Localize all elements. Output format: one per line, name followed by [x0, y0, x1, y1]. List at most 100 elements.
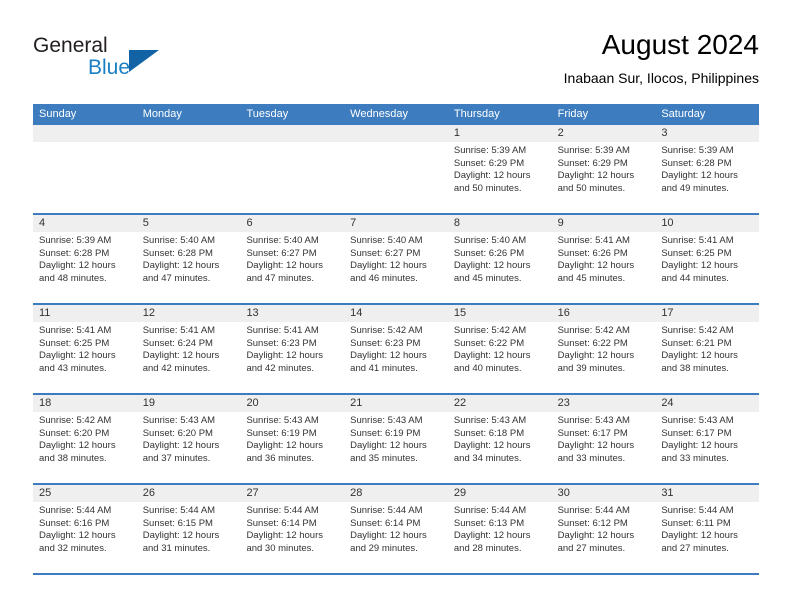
day-cell[interactable]: 9 Sunrise: 5:41 AM Sunset: 6:26 PM Daylight… — [551, 215, 656, 303]
day-cell[interactable]: 13 Sunrise: 5:41 AM Sunset: 6:23 PM Dayligh… — [240, 305, 345, 393]
day-number: 2 — [551, 125, 656, 142]
sunset-text: Sunset: 6:26 PM — [453, 247, 525, 259]
day-cell-empty — [33, 125, 137, 213]
sunset-text: Sunset: 6:28 PM — [142, 247, 213, 259]
day-cell[interactable]: 16 Sunrise: 5:42 AM Sunset: 6:22 PM Dayligh… — [551, 305, 656, 393]
daylight-text-line2: and 39 minutes. — [557, 362, 626, 374]
day-cell[interactable]: 5 Sunrise: 5:40 AM Sunset: 6:28 PM Daylight… — [136, 215, 241, 303]
day-cell[interactable]: 25 Sunrise: 5:44 AM Sunset: 6:16 PM Dayligh… — [33, 485, 137, 573]
sunset-text: Sunset: 6:14 PM — [246, 517, 317, 529]
daylight-text-line2: and 49 minutes. — [661, 182, 729, 194]
day-details: Sunrise: 5:43 AM Sunset: 6:19 PM Daylight:… — [240, 412, 344, 465]
sunset-text: Sunset: 6:29 PM — [557, 157, 628, 169]
day-cell[interactable]: 20 Sunrise: 5:43 AM Sunset: 6:19 PM Dayligh… — [240, 395, 345, 483]
day-cell[interactable]: 10 Sunrise: 5:41 AM Sunset: 6:25 PM Dayligh… — [655, 215, 760, 303]
sunset-text: Sunset: 6:13 PM — [453, 517, 525, 529]
day-cell[interactable]: 8 Sunrise: 5:40 AM Sunset: 6:26 PM Daylight… — [447, 215, 552, 303]
sunrise-text: Sunrise: 5:43 AM — [453, 415, 527, 426]
day-cell[interactable]: 2 Sunrise: 5:39 AM Sunset: 6:29 PM Daylight… — [551, 125, 656, 213]
day-details — [344, 142, 448, 145]
sunset-text: Sunset: 6:19 PM — [350, 427, 421, 439]
sunrise-text: Sunrise: 5:44 AM — [142, 505, 216, 516]
triangle-icon — [129, 50, 159, 72]
daylight-text-line2: and 42 minutes. — [142, 362, 211, 374]
sunset-text: Sunset: 6:23 PM — [246, 337, 317, 349]
day-number: 7 — [344, 215, 448, 232]
daylight-text-line1: Daylight: 12 hours — [557, 440, 635, 452]
calendar-page: General Blue August 2024 Inabaan Sur, Il… — [0, 0, 792, 612]
day-cell[interactable]: 11 Sunrise: 5:41 AM Sunset: 6:25 PM Dayligh… — [33, 305, 137, 393]
daylight-text-line2: and 41 minutes. — [350, 362, 418, 374]
daylight-text-line2: and 38 minutes. — [661, 362, 729, 374]
daylight-text-line2: and 45 minutes. — [453, 272, 522, 284]
sunrise-text: Sunrise: 5:41 AM — [557, 235, 630, 246]
brand-logo[interactable]: General Blue — [33, 34, 263, 88]
day-details: Sunrise: 5:39 AM Sunset: 6:28 PM Daylight:… — [33, 232, 137, 285]
daylight-text-line2: and 45 minutes. — [557, 272, 626, 284]
day-cell[interactable]: 6 Sunrise: 5:40 AM Sunset: 6:27 PM Daylight… — [240, 215, 345, 303]
day-cell[interactable]: 29 Sunrise: 5:44 AM Sunset: 6:13 PM Dayligh… — [447, 485, 552, 573]
sunset-text: Sunset: 6:20 PM — [142, 427, 213, 439]
day-details: Sunrise: 5:41 AM Sunset: 6:25 PM Daylight:… — [33, 322, 137, 375]
day-cell[interactable]: 4 Sunrise: 5:39 AM Sunset: 6:28 PM Daylight… — [33, 215, 137, 303]
day-cell[interactable]: 26 Sunrise: 5:44 AM Sunset: 6:15 PM Dayligh… — [136, 485, 241, 573]
daylight-text-line1: Daylight: 12 hours — [661, 350, 738, 362]
day-cell[interactable]: 7 Sunrise: 5:40 AM Sunset: 6:27 PM Daylight… — [344, 215, 448, 303]
day-cell[interactable]: 21 Sunrise: 5:43 AM Sunset: 6:19 PM Dayligh… — [344, 395, 448, 483]
day-details: Sunrise: 5:42 AM Sunset: 6:22 PM Daylight:… — [448, 322, 552, 375]
day-cell[interactable]: 23 Sunrise: 5:43 AM Sunset: 6:17 PM Dayligh… — [551, 395, 656, 483]
day-number: 17 — [655, 305, 760, 322]
day-cell[interactable]: 27 Sunrise: 5:44 AM Sunset: 6:14 PM Dayligh… — [240, 485, 345, 573]
day-details — [33, 142, 137, 145]
day-number — [344, 125, 448, 142]
daylight-text-line2: and 28 minutes. — [453, 542, 522, 554]
daylight-text-line2: and 30 minutes. — [246, 542, 315, 554]
daylight-text-line1: Daylight: 12 hours — [453, 350, 531, 362]
sunrise-text: Sunrise: 5:40 AM — [246, 235, 319, 246]
sunset-text: Sunset: 6:24 PM — [142, 337, 213, 349]
day-cell[interactable]: 1 Sunrise: 5:39 AM Sunset: 6:29 PM Daylight… — [447, 125, 552, 213]
daylight-text-line1: Daylight: 12 hours — [661, 530, 738, 542]
day-cell[interactable]: 31 Sunrise: 5:44 AM Sunset: 6:11 PM Dayligh… — [655, 485, 760, 573]
day-number: 19 — [136, 395, 241, 412]
sunrise-text: Sunrise: 5:44 AM — [661, 505, 734, 516]
daylight-text-line1: Daylight: 12 hours — [39, 530, 116, 542]
sunrise-text: Sunrise: 5:39 AM — [557, 145, 630, 156]
daylight-text-line2: and 37 minutes. — [142, 452, 211, 464]
day-number: 20 — [240, 395, 345, 412]
day-number: 31 — [655, 485, 760, 502]
calendar-week-row: 18 Sunrise: 5:42 AM Sunset: 6:20 PM Dayligh… — [33, 395, 760, 485]
day-cell[interactable]: 22 Sunrise: 5:43 AM Sunset: 6:18 PM Dayligh… — [447, 395, 552, 483]
day-cell[interactable]: 24 Sunrise: 5:43 AM Sunset: 6:17 PM Dayligh… — [655, 395, 760, 483]
day-cell[interactable]: 3 Sunrise: 5:39 AM Sunset: 6:28 PM Daylight… — [655, 125, 760, 213]
weekday-header-saturday: Saturday — [661, 108, 706, 120]
daylight-text-line1: Daylight: 12 hours — [350, 260, 427, 272]
day-number: 4 — [33, 215, 137, 232]
day-cell[interactable]: 18 Sunrise: 5:42 AM Sunset: 6:20 PM Dayligh… — [33, 395, 137, 483]
sunrise-text: Sunrise: 5:42 AM — [350, 325, 423, 336]
day-number: 23 — [551, 395, 656, 412]
weekday-header-tuesday: Tuesday — [246, 108, 289, 120]
daylight-text-line1: Daylight: 12 hours — [350, 530, 427, 542]
day-details: Sunrise: 5:42 AM Sunset: 6:22 PM Daylight:… — [552, 322, 656, 375]
day-number: 27 — [240, 485, 345, 502]
day-cell[interactable]: 12 Sunrise: 5:41 AM Sunset: 6:24 PM Dayligh… — [136, 305, 241, 393]
daylight-text-line1: Daylight: 12 hours — [142, 260, 220, 272]
day-number: 6 — [240, 215, 345, 232]
sunrise-text: Sunrise: 5:43 AM — [557, 415, 630, 426]
daylight-text-line1: Daylight: 12 hours — [557, 350, 635, 362]
day-cell[interactable]: 14 Sunrise: 5:42 AM Sunset: 6:23 PM Dayligh… — [344, 305, 448, 393]
day-cell[interactable]: 17 Sunrise: 5:42 AM Sunset: 6:21 PM Dayligh… — [655, 305, 760, 393]
day-cell[interactable]: 30 Sunrise: 5:44 AM Sunset: 6:12 PM Dayligh… — [551, 485, 656, 573]
day-details: Sunrise: 5:39 AM Sunset: 6:29 PM Daylight:… — [448, 142, 552, 195]
day-cell[interactable]: 28 Sunrise: 5:44 AM Sunset: 6:14 PM Dayligh… — [344, 485, 448, 573]
sunset-text: Sunset: 6:27 PM — [246, 247, 317, 259]
day-cell[interactable]: 15 Sunrise: 5:42 AM Sunset: 6:22 PM Dayligh… — [447, 305, 552, 393]
sunrise-text: Sunrise: 5:43 AM — [142, 415, 216, 426]
page-subtitle-location: Inabaan Sur, Ilocos, Philippines — [563, 70, 759, 86]
day-details: Sunrise: 5:44 AM Sunset: 6:11 PM Daylight:… — [655, 502, 759, 555]
sunset-text: Sunset: 6:20 PM — [39, 427, 110, 439]
day-number: 9 — [551, 215, 656, 232]
day-cell[interactable]: 19 Sunrise: 5:43 AM Sunset: 6:20 PM Dayligh… — [136, 395, 241, 483]
sunrise-text: Sunrise: 5:41 AM — [246, 325, 319, 336]
